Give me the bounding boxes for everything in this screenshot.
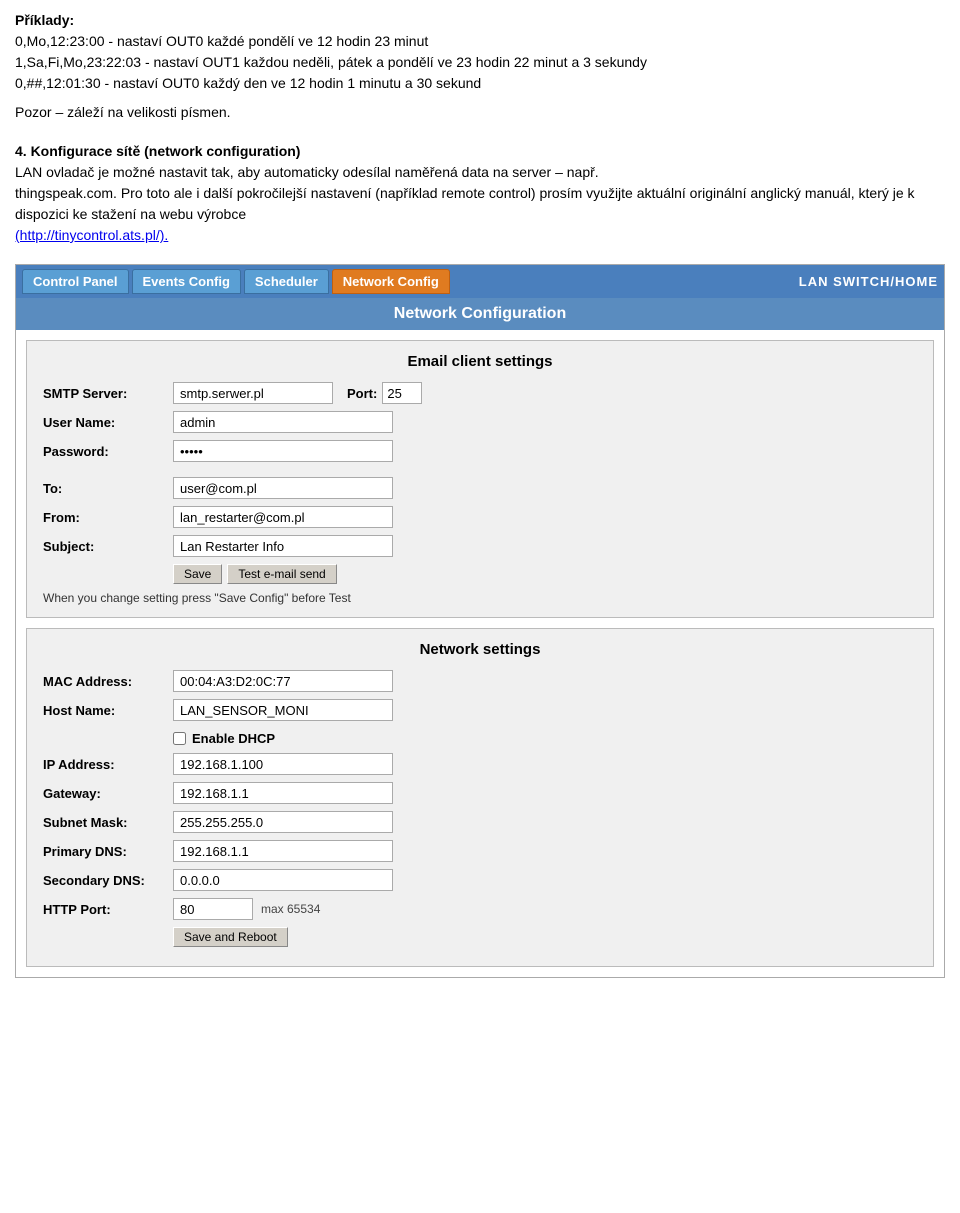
password-label: Password: <box>43 444 173 459</box>
ip-label: IP Address: <box>43 757 173 772</box>
example-line2: 1,Sa,Fi,Mo,23:22:03 - nastaví OUT1 každo… <box>15 54 647 70</box>
gateway-label: Gateway: <box>43 786 173 801</box>
gateway-input[interactable] <box>173 782 393 804</box>
smtp-row: SMTP Server: Port: <box>43 382 917 404</box>
hostname-row: Host Name: <box>43 699 917 721</box>
section4-heading: 4. Konfigurace sítě (network configurati… <box>15 143 300 159</box>
from-label: From: <box>43 510 173 525</box>
mac-input[interactable] <box>173 670 393 692</box>
nav-tabs: Control Panel Events Config Scheduler Ne… <box>22 269 450 294</box>
main-panel: Control Panel Events Config Scheduler Ne… <box>15 264 945 978</box>
port-label: Port: <box>347 386 377 401</box>
mac-label: MAC Address: <box>43 674 173 689</box>
email-panel-title: Email client settings <box>43 353 917 370</box>
mac-row: MAC Address: <box>43 670 917 692</box>
gateway-row: Gateway: <box>43 782 917 804</box>
examples-note: Pozor – záleží na velikosti písmen. <box>15 102 945 123</box>
username-label: User Name: <box>43 415 173 430</box>
username-row: User Name: <box>43 411 917 433</box>
subnet-input[interactable] <box>173 811 393 833</box>
email-buttons-row: Save Test e-mail send <box>43 564 917 584</box>
secondary-dns-input[interactable] <box>173 869 393 891</box>
subject-input[interactable] <box>173 535 393 557</box>
port-input[interactable] <box>382 382 422 404</box>
section-title: Network Configuration <box>16 298 944 330</box>
http-port-label: HTTP Port: <box>43 902 173 917</box>
smtp-input[interactable] <box>173 382 333 404</box>
username-input[interactable] <box>173 411 393 433</box>
network-panel-title: Network settings <box>43 641 917 658</box>
secondary-dns-label: Secondary DNS: <box>43 873 173 888</box>
http-port-row: HTTP Port: max 65534 <box>43 898 917 920</box>
hostname-input[interactable] <box>173 699 393 721</box>
example-line3: 0,##,12:01:30 - nastaví OUT0 každý den v… <box>15 75 481 91</box>
save-email-button[interactable]: Save <box>173 564 222 584</box>
http-port-input[interactable] <box>173 898 253 920</box>
email-settings-panel: Email client settings SMTP Server: Port:… <box>26 340 934 618</box>
secondary-dns-row: Secondary DNS: <box>43 869 917 891</box>
dhcp-row: Enable DHCP <box>43 731 917 746</box>
primary-dns-label: Primary DNS: <box>43 844 173 859</box>
from-row: From: <box>43 506 917 528</box>
primary-dns-input[interactable] <box>173 840 393 862</box>
email-note: When you change setting press "Save Conf… <box>43 591 917 605</box>
test-email-button[interactable]: Test e-mail send <box>227 564 336 584</box>
to-row: To: <box>43 477 917 499</box>
ip-row: IP Address: <box>43 753 917 775</box>
examples-section: Příklady: 0,Mo,12:23:00 - nastaví OUT0 k… <box>15 10 945 123</box>
tab-events-config[interactable]: Events Config <box>132 269 241 294</box>
tab-scheduler[interactable]: Scheduler <box>244 269 329 294</box>
http-port-max: max 65534 <box>261 902 320 916</box>
ip-input[interactable] <box>173 753 393 775</box>
primary-dns-row: Primary DNS: <box>43 840 917 862</box>
password-input[interactable] <box>173 440 393 462</box>
examples-heading: Příklady: <box>15 12 74 28</box>
section4-text1: LAN ovladač je možné nastavit tak, aby a… <box>15 164 599 180</box>
to-input[interactable] <box>173 477 393 499</box>
section4-link[interactable]: (http://tinycontrol.ats.pl/). <box>15 227 168 243</box>
subject-label: Subject: <box>43 539 173 554</box>
save-reboot-button[interactable]: Save and Reboot <box>173 927 288 947</box>
network-settings-panel: Network settings MAC Address: Host Name:… <box>26 628 934 967</box>
dhcp-checkbox[interactable] <box>173 732 186 745</box>
section4-text2: thingspeak.com. Pro toto ale i další pok… <box>15 185 915 222</box>
smtp-label: SMTP Server: <box>43 386 173 401</box>
password-row: Password: <box>43 440 917 462</box>
from-input[interactable] <box>173 506 393 528</box>
nav-bar: Control Panel Events Config Scheduler Ne… <box>16 265 944 298</box>
to-label: To: <box>43 481 173 496</box>
nav-brand: LAN SWITCH/HOME <box>799 274 938 289</box>
example-line1: 0,Mo,12:23:00 - nastaví OUT0 každé pondě… <box>15 33 428 49</box>
subnet-row: Subnet Mask: <box>43 811 917 833</box>
subnet-label: Subnet Mask: <box>43 815 173 830</box>
dhcp-label: Enable DHCP <box>192 731 275 746</box>
save-reboot-row: Save and Reboot <box>43 927 917 947</box>
tab-network-config[interactable]: Network Config <box>332 269 450 294</box>
tab-control-panel[interactable]: Control Panel <box>22 269 129 294</box>
section4-text: 4. Konfigurace sítě (network configurati… <box>15 141 945 246</box>
subject-row: Subject: <box>43 535 917 557</box>
hostname-label: Host Name: <box>43 703 173 718</box>
